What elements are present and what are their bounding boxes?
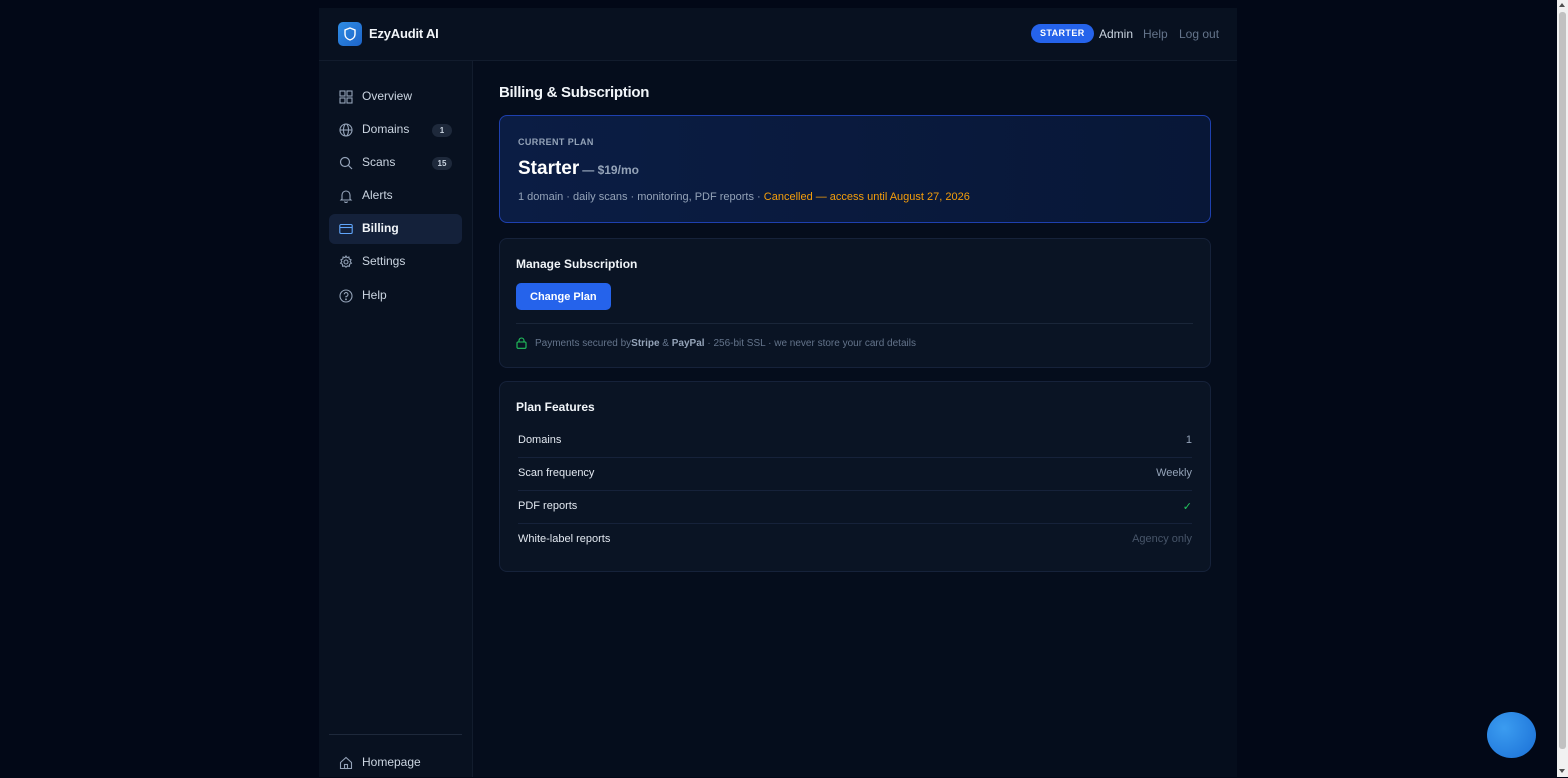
help-link[interactable]: Help bbox=[1143, 27, 1168, 41]
check-icon: ✓ bbox=[1182, 501, 1192, 513]
shield-logo-icon[interactable] bbox=[338, 22, 362, 46]
manage-subscription-card: Manage Subscription Change Plan Payments… bbox=[499, 238, 1211, 368]
page-title: Billing & Subscription bbox=[499, 84, 650, 101]
manage-subscription-title: Manage Subscription bbox=[516, 257, 638, 271]
feature-name: White-label reports bbox=[518, 533, 611, 545]
feature-name: Scan frequency bbox=[518, 467, 595, 479]
sidebar-item-label: Homepage bbox=[362, 755, 421, 769]
feature-value: 1 bbox=[1185, 434, 1192, 446]
plan-badge: STARTER bbox=[1031, 24, 1094, 43]
plan-description-text: 1 domain · daily scans · monitoring, PDF… bbox=[518, 191, 764, 203]
sidebar-item-alerts[interactable]: Alerts bbox=[329, 181, 462, 211]
sidebar-item-help[interactable]: Help bbox=[329, 281, 462, 311]
top-bar: EzyAudit AI STARTER Admin Help Log out bbox=[319, 8, 1237, 61]
home-icon bbox=[339, 756, 353, 770]
plan-name: Starter — $19/mo bbox=[518, 158, 639, 180]
globe-icon bbox=[339, 123, 353, 137]
stripe-label: Stripe bbox=[631, 337, 660, 349]
credit-card-icon bbox=[339, 223, 353, 235]
sidebar-item-label: Alerts bbox=[362, 188, 393, 202]
sidebar-item-domains[interactable]: Domains 1 bbox=[329, 115, 462, 145]
scans-count-badge: 15 bbox=[432, 157, 452, 170]
grid-icon bbox=[339, 90, 353, 104]
sidebar-item-scans[interactable]: Scans 15 bbox=[329, 148, 462, 178]
sidebar-item-billing[interactable]: Billing bbox=[329, 214, 462, 244]
current-plan-label: CURRENT PLAN bbox=[518, 137, 594, 147]
sidebar-item-label: Scans bbox=[362, 155, 396, 169]
sidebar-item-label: Help bbox=[362, 288, 387, 302]
sidebar-item-settings[interactable]: Settings bbox=[329, 247, 462, 277]
cancellation-status: Cancelled — access until August 27, 2026 bbox=[763, 191, 970, 203]
feature-name: Domains bbox=[518, 434, 562, 446]
current-plan-card: CURRENT PLAN Starter — $19/mo 1 domain · … bbox=[499, 115, 1211, 223]
feature-value: Agency only bbox=[1132, 533, 1192, 545]
payment-security-note: Payments secured by Stripe & PayPal · 25… bbox=[516, 337, 916, 349]
gear-icon bbox=[339, 255, 353, 268]
change-plan-button[interactable]: Change Plan bbox=[516, 283, 611, 310]
domains-count-badge: 1 bbox=[432, 124, 452, 137]
lock-icon bbox=[516, 337, 527, 349]
feature-row: Scan frequency Weekly bbox=[518, 457, 1192, 491]
sidebar-divider bbox=[329, 734, 462, 735]
feature-row: White-label reports Agency only bbox=[518, 523, 1192, 556]
help-circle-icon bbox=[339, 289, 353, 303]
scroll-down-arrow-icon[interactable] bbox=[1559, 769, 1565, 773]
secure-amp: & bbox=[659, 337, 672, 349]
admin-link[interactable]: Admin bbox=[1099, 27, 1133, 41]
paypal-label: PayPal bbox=[671, 337, 705, 349]
plan-description: 1 domain · daily scans · monitoring, PDF… bbox=[518, 191, 970, 203]
bell-icon bbox=[339, 190, 353, 203]
feature-row: Domains 1 bbox=[518, 424, 1192, 458]
feature-name: PDF reports bbox=[518, 500, 578, 512]
plan-price: — $19/mo bbox=[582, 163, 639, 177]
scroll-thumb[interactable] bbox=[1559, 12, 1566, 749]
sidebar-item-label: Domains bbox=[362, 122, 410, 136]
page-scrollbar[interactable] bbox=[1557, 0, 1568, 777]
secure-suffix: · 256-bit SSL · we never store your card… bbox=[704, 337, 916, 349]
search-icon bbox=[339, 156, 353, 170]
sidebar-item-overview[interactable]: Overview bbox=[329, 82, 462, 112]
feature-row: PDF reports ✓ bbox=[518, 490, 1192, 524]
plan-features-card: Plan Features Domains 1 Scan frequency W… bbox=[499, 381, 1211, 572]
sidebar: Overview Domains 1 Scans 15 Alerts Billi… bbox=[319, 61, 473, 777]
sidebar-item-label: Overview bbox=[362, 89, 413, 103]
logout-link[interactable]: Log out bbox=[1179, 27, 1219, 41]
plan-features-title: Plan Features bbox=[516, 400, 595, 414]
chat-launcher-button[interactable] bbox=[1487, 712, 1536, 758]
plan-name-text: Starter bbox=[518, 158, 580, 179]
sidebar-item-homepage[interactable]: Homepage bbox=[329, 748, 462, 778]
feature-value: Weekly bbox=[1156, 467, 1192, 479]
scroll-up-arrow-icon[interactable] bbox=[1559, 3, 1565, 7]
secure-prefix: Payments secured by bbox=[535, 337, 632, 349]
sidebar-item-label: Billing bbox=[362, 221, 399, 235]
sidebar-item-label: Settings bbox=[362, 254, 406, 268]
manage-divider bbox=[516, 323, 1193, 324]
brand-name[interactable]: EzyAudit AI bbox=[369, 26, 439, 41]
app-shell: EzyAudit AI STARTER Admin Help Log out O… bbox=[319, 8, 1237, 777]
